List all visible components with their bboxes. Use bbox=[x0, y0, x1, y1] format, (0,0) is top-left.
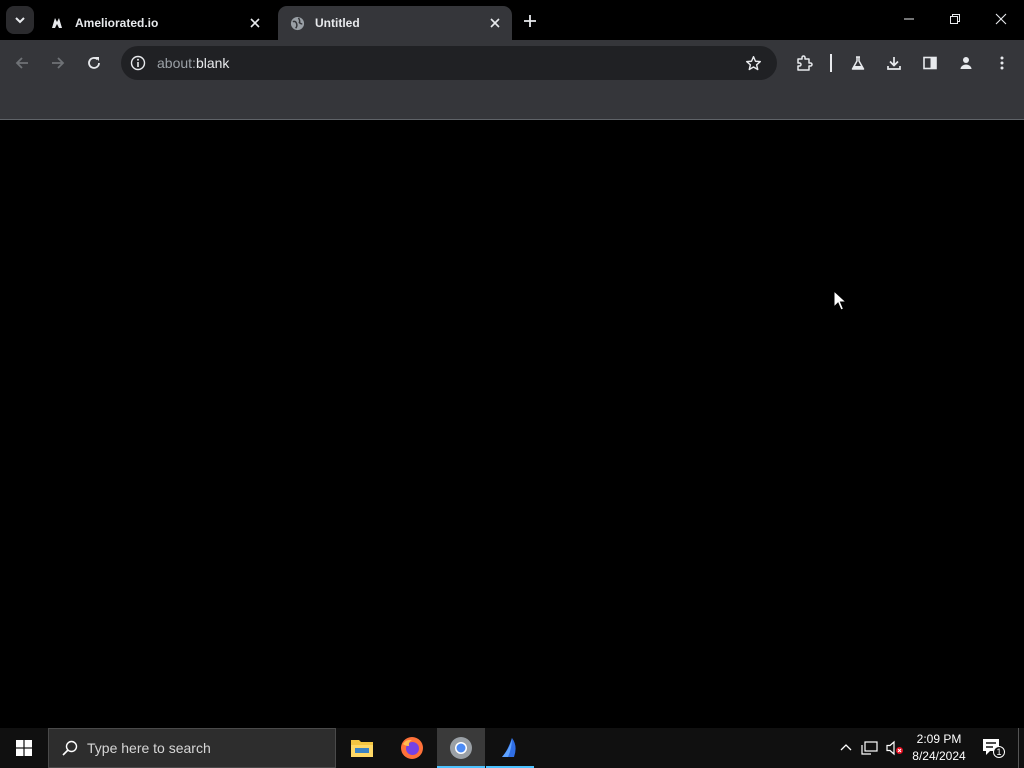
show-desktop-button[interactable] bbox=[1018, 728, 1019, 768]
app-icon bbox=[502, 738, 516, 757]
close-icon bbox=[995, 13, 1007, 25]
url-path: blank bbox=[195, 55, 230, 71]
url-text[interactable]: about:blank bbox=[157, 55, 229, 71]
taskbar-search-input[interactable]: Type here to search bbox=[48, 728, 336, 768]
download-icon bbox=[887, 57, 901, 70]
tab-ameliorated[interactable]: Ameliorated.io bbox=[38, 6, 272, 40]
address-bar[interactable]: about:blank bbox=[121, 46, 777, 80]
info-icon[interactable] bbox=[129, 54, 147, 72]
tab-title: Ameliorated.io bbox=[75, 16, 159, 30]
file-explorer-icon bbox=[351, 740, 373, 757]
flask-icon bbox=[851, 56, 865, 70]
toolbar-separator bbox=[830, 54, 832, 72]
arrow-left-icon bbox=[15, 57, 28, 69]
menu-button[interactable] bbox=[990, 51, 1014, 75]
arrow-right-icon bbox=[52, 57, 65, 69]
close-icon[interactable] bbox=[486, 14, 504, 32]
volume-button[interactable] bbox=[885, 738, 905, 758]
mouse-cursor-icon bbox=[833, 290, 847, 311]
taskbar-app[interactable] bbox=[486, 728, 534, 768]
speaker-muted-icon bbox=[886, 740, 903, 756]
forward-button[interactable] bbox=[46, 51, 70, 75]
search-icon bbox=[62, 740, 78, 756]
search-placeholder: Type here to search bbox=[87, 740, 211, 756]
taskbar-file-explorer[interactable] bbox=[338, 728, 386, 768]
tab-title: Untitled bbox=[315, 16, 360, 30]
chrome-icon bbox=[450, 737, 472, 759]
close-window-button[interactable] bbox=[978, 0, 1024, 38]
notification-center-button[interactable]: 1 bbox=[980, 736, 1005, 760]
minimize-icon bbox=[904, 18, 914, 20]
kebab-menu-icon bbox=[1000, 56, 1004, 70]
reload-icon bbox=[88, 57, 100, 69]
side-panel-icon bbox=[923, 56, 937, 70]
system-clock[interactable]: 2:09 PM 8/24/2024 bbox=[906, 731, 972, 765]
labs-button[interactable] bbox=[846, 51, 870, 75]
bookmark-star-icon[interactable] bbox=[743, 53, 763, 73]
url-scheme: about: bbox=[157, 55, 196, 71]
clock-time: 2:09 PM bbox=[916, 732, 962, 746]
tab-search-button[interactable] bbox=[6, 6, 34, 34]
bookmarks-bar bbox=[0, 86, 1024, 120]
taskbar: Type here to search 2:09 PM 8/24/2024 1 bbox=[0, 728, 1024, 768]
show-hidden-icons-button[interactable] bbox=[836, 738, 856, 758]
browser-toolbar: about:blank bbox=[0, 40, 1024, 86]
firefox-icon bbox=[401, 737, 423, 759]
close-icon[interactable] bbox=[246, 14, 264, 32]
chevron-down-icon bbox=[15, 17, 25, 24]
start-button[interactable] bbox=[0, 728, 48, 768]
taskbar-firefox[interactable] bbox=[388, 728, 436, 768]
side-panel-button[interactable] bbox=[918, 51, 942, 75]
tab-strip: Ameliorated.io Untitled bbox=[0, 0, 1024, 40]
puzzle-icon bbox=[797, 55, 813, 71]
ameliorated-icon bbox=[49, 15, 65, 31]
network-icon bbox=[861, 741, 878, 755]
tab-untitled[interactable]: Untitled bbox=[278, 6, 512, 40]
chevron-up-icon bbox=[840, 744, 852, 751]
person-icon bbox=[960, 57, 972, 69]
notification-count: 1 bbox=[993, 746, 1005, 758]
page-content[interactable] bbox=[0, 121, 1024, 728]
restore-button[interactable] bbox=[932, 0, 978, 38]
minimize-button[interactable] bbox=[886, 0, 932, 38]
plus-icon bbox=[524, 15, 536, 27]
windows-logo-icon bbox=[16, 740, 32, 756]
reload-button[interactable] bbox=[82, 51, 106, 75]
back-button[interactable] bbox=[10, 51, 34, 75]
extensions-button[interactable] bbox=[792, 51, 816, 75]
profile-button[interactable] bbox=[954, 51, 978, 75]
new-tab-button[interactable] bbox=[518, 9, 542, 33]
downloads-button[interactable] bbox=[882, 51, 906, 75]
taskbar-chrome[interactable] bbox=[437, 728, 485, 768]
globe-icon bbox=[289, 15, 305, 31]
restore-icon bbox=[950, 14, 960, 24]
clock-date: 8/24/2024 bbox=[912, 749, 966, 763]
network-status-button[interactable] bbox=[860, 738, 880, 758]
